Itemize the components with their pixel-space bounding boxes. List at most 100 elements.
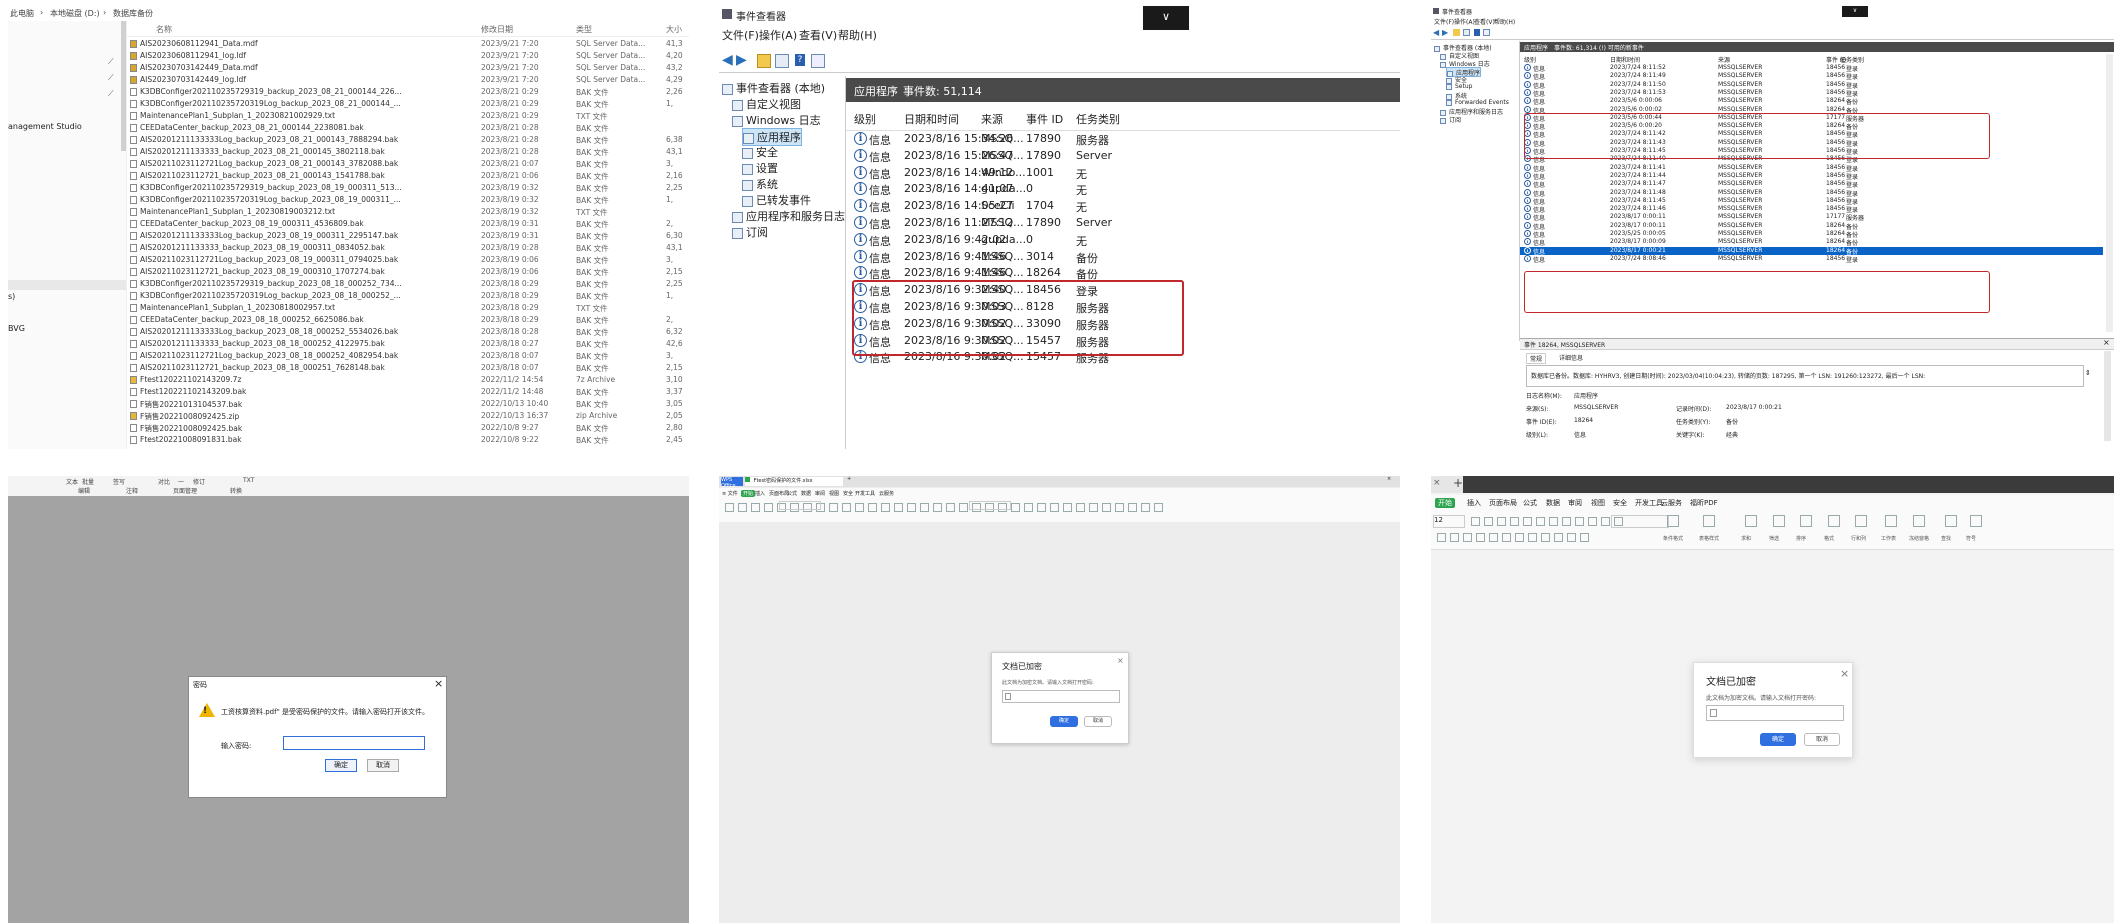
menu-item[interactable]: ≡ 文件 <box>722 490 738 497</box>
file-row[interactable]: AIS20201211133333Log_backup_2023_08_19_0… <box>126 230 689 242</box>
cancel-button[interactable]: 取消 <box>367 759 399 772</box>
ok-button[interactable]: 确定 <box>1760 733 1796 746</box>
column-header-cell[interactable]: 来源 <box>981 111 1003 127</box>
tree-item[interactable]: 已转发事件 <box>742 192 811 208</box>
toolbar-icon[interactable] <box>1554 533 1563 542</box>
menu-item[interactable]: 公式 <box>787 490 797 497</box>
toolbar-icon[interactable] <box>1471 517 1480 526</box>
file-row[interactable]: AIS20201211133333_backup_2023_08_21_0001… <box>126 146 689 158</box>
toolbar-icon[interactable] <box>1450 533 1459 542</box>
toolbar-icon[interactable] <box>1102 503 1111 512</box>
menu-item[interactable]: 帮助(H) <box>1494 17 1515 26</box>
column-date[interactable]: 修改日期 <box>481 24 513 35</box>
column-header-cell[interactable]: 日期和时间 <box>1610 55 1640 64</box>
toolbar-icon[interactable] <box>1588 517 1597 526</box>
toolbar-icon[interactable] <box>829 503 838 512</box>
panel-toggle-icon[interactable] <box>811 54 825 68</box>
menu-item[interactable]: 云服务 <box>1661 498 1682 508</box>
toolbar-icon[interactable] <box>946 503 955 512</box>
detail-scrollbar[interactable] <box>2104 351 2111 441</box>
toolbar-label[interactable]: 行和列 <box>1851 535 1866 542</box>
new-tab-icon[interactable]: + <box>847 476 851 482</box>
toolbar-icon[interactable] <box>842 503 851 512</box>
ribbon-button[interactable]: 对比 <box>158 477 170 486</box>
tab-home[interactable]: WPS Office <box>721 477 743 489</box>
file-row[interactable]: MaintenancePlan1_Subplan_1_2023081800295… <box>126 302 689 314</box>
file-row[interactable]: K3DBConfiger202110235729319_backup_2023_… <box>126 86 689 98</box>
file-row[interactable]: AIS20230703142449_log.ldf 2023/9/21 7:20 S… <box>126 74 689 86</box>
file-row[interactable]: F销售20221008092425.bak 2022/10/8 9:27 BAK 文… <box>126 422 689 434</box>
toolbar-icon[interactable] <box>1536 517 1545 526</box>
file-row[interactable]: MaintenancePlan1_Subplan_1_2023082100292… <box>126 110 689 122</box>
menu-item[interactable]: 文件(F) <box>722 27 759 43</box>
event-row[interactable]: i 信息 2023/7/24 8:11:45 MSSQLSERVER 18456 登录 <box>1520 196 2103 206</box>
event-row[interactable]: i 信息 2023/7/24 8:11:48 MSSQLSERVER 18456 登录 <box>1520 188 2103 198</box>
event-row[interactable]: i 信息 2023/8/16 14:49:12 Windo... 1001 无 <box>846 164 1400 181</box>
toolbar-icon[interactable] <box>855 503 864 512</box>
menu-item[interactable]: 查看(V) <box>799 27 837 43</box>
file-row[interactable]: F销售20221008092425.zip 2022/10/13 16:37 zip… <box>126 410 689 422</box>
tree-item[interactable]: 设置 <box>742 160 778 176</box>
tree-item[interactable]: Windows 日志 <box>732 112 821 128</box>
event-row[interactable]: i 信息 2023/8/16 9:42:02 gupda... 0 无 <box>846 231 1400 248</box>
toolbar-icon[interactable] <box>894 503 903 512</box>
cancel-button[interactable]: 取消 <box>1804 733 1840 746</box>
help-icon[interactable] <box>1474 29 1480 36</box>
file-row[interactable]: CEEDataCenter_backup_2023_08_21_000144_2… <box>126 122 689 134</box>
file-row[interactable]: K3DBConfiger202110235720319Log_backup_20… <box>126 194 689 206</box>
toolbar-icon[interactable] <box>1549 517 1558 526</box>
event-row[interactable]: i 信息 2023/7/24 8:11:53 MSSQLSERVER 18456 登录 <box>1520 88 2103 98</box>
toolbar-icon[interactable] <box>1476 533 1485 542</box>
close-window-icon[interactable]: × <box>1387 476 1391 482</box>
toolbar-icon[interactable] <box>1541 533 1550 542</box>
file-row[interactable]: AIS20201211133333_backup_2023_08_18_0002… <box>126 338 689 350</box>
toolbar-icon[interactable] <box>738 503 747 512</box>
menu-item[interactable]: 公式 <box>1523 498 1537 508</box>
menu-item[interactable]: 审阅 <box>1568 498 1582 508</box>
tree-item[interactable]: Setup <box>1446 83 1472 91</box>
help-icon[interactable]: ? <box>795 54 805 66</box>
file-row[interactable]: AIS20211023112721Log_backup_2023_08_18_0… <box>126 350 689 362</box>
toolbar-icon[interactable] <box>1076 503 1085 512</box>
file-row[interactable]: K3DBConfiger202110235729319_backup_2023_… <box>126 182 689 194</box>
tree-item[interactable]: 安全 <box>742 144 778 160</box>
number-format-box[interactable] <box>1611 515 1669 528</box>
column-header-cell[interactable]: 任务类别 <box>1840 55 1864 64</box>
toolbar-icon[interactable] <box>1567 533 1576 542</box>
list-scrollbar[interactable] <box>2106 54 2113 332</box>
column-header-cell[interactable]: 级别 <box>854 111 876 127</box>
menu-item[interactable]: 插入 <box>755 490 765 497</box>
event-row[interactable]: i 信息 2023/5/25 0:00:05 MSSQLSERVER 18264 备份 <box>1520 230 2103 239</box>
toolbar-icon[interactable] <box>1970 515 1982 527</box>
detail-tab[interactable]: 详细信息 <box>1556 353 1586 362</box>
toolbar-icon[interactable] <box>751 503 760 512</box>
ribbon-button[interactable]: 签写 <box>113 477 125 486</box>
toolbar-icon[interactable] <box>1601 517 1610 526</box>
tree-item[interactable]: 应用程序和服务日志 <box>1440 107 1503 116</box>
toolbar-icon[interactable] <box>1050 503 1059 512</box>
tree-item[interactable]: 事件查看器 (本地) <box>722 80 825 96</box>
toolbar-icon[interactable] <box>1484 517 1493 526</box>
toolbar-icon[interactable] <box>1528 533 1537 542</box>
event-row[interactable]: i 信息 2023/7/24 8:11:50 MSSQLSERVER 18456 登录 <box>1520 80 2103 90</box>
menu-item[interactable]: 文件(F) <box>1434 17 1454 26</box>
ribbon-button[interactable]: 文本 <box>66 477 78 486</box>
breadcrumb-item[interactable]: 数据库备份 <box>113 8 153 19</box>
toolbar-label[interactable]: 条件格式 <box>1663 535 1683 542</box>
event-row[interactable]: i 信息 2023/5/6 0:00:06 MSSQLSERVER 18264 备份 <box>1520 97 2103 106</box>
toolbar-icon[interactable] <box>1800 515 1812 527</box>
menu-item[interactable]: 视图 <box>1591 498 1605 508</box>
toolbar-label[interactable]: 工作表 <box>1881 535 1896 542</box>
column-size[interactable]: 大小 <box>666 24 682 35</box>
menu-item[interactable]: 安全 <box>843 490 853 497</box>
tree-item[interactable]: 自定义视图 <box>732 96 801 112</box>
toolbar-icon[interactable] <box>907 503 916 512</box>
menu-item[interactable]: 页面布局 <box>1489 498 1517 508</box>
toolbar-label[interactable]: 筛选 <box>1769 535 1779 542</box>
file-row[interactable]: Ftest120221102143209.7z 2022/11/2 14:54 7z… <box>126 374 689 386</box>
close-icon[interactable]: × <box>434 677 443 690</box>
event-row[interactable]: i 信息 2023/8/17 0:00:11 MSSQLSERVER 18264 备份 <box>1520 221 2103 231</box>
file-row[interactable]: AIS20230703142449_Data.mdf 2023/9/21 7:20… <box>126 62 689 74</box>
file-row[interactable]: Ftest20221008091831.bak 2022/10/8 9:22 BAK… <box>126 434 689 446</box>
column-header-cell[interactable]: 任务类别 <box>1076 111 1120 127</box>
